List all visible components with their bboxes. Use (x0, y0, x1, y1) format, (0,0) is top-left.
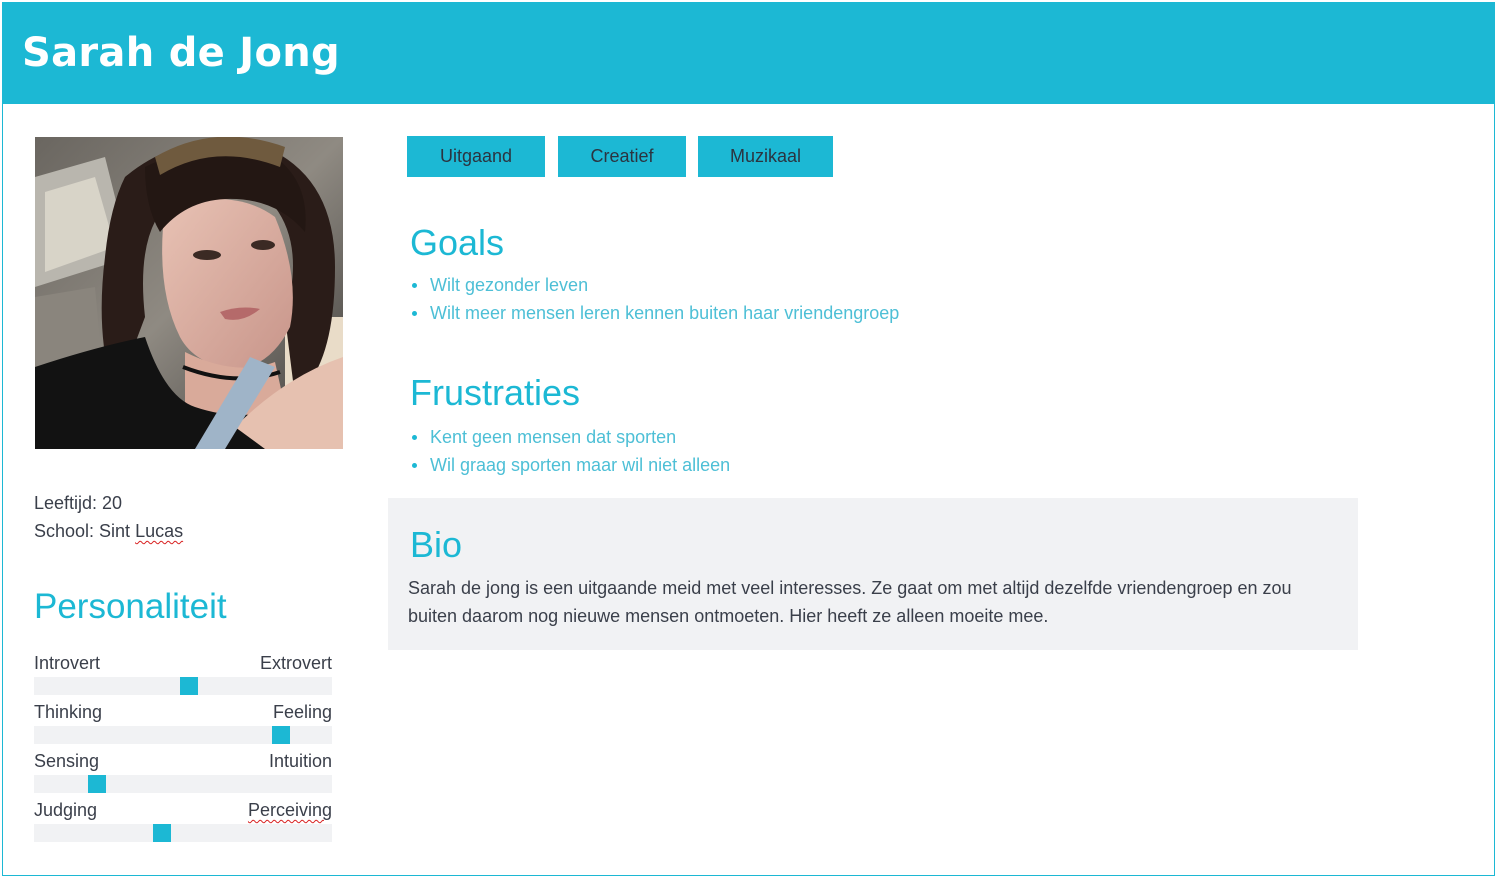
list-item: Wilt gezonder leven (410, 271, 899, 299)
tag-creatief[interactable]: Creatief (558, 136, 686, 177)
profile-photo-image (35, 137, 343, 449)
goals-title: Goals (410, 222, 505, 263)
trait-right-label: Intuition (268, 751, 332, 771)
trait-right-label: Feeling (272, 702, 332, 722)
trait-sensing-intuition: Sensing Intuition (34, 749, 332, 797)
school-text: School: Sint Lucas (34, 517, 183, 545)
frustrations-list: Kent geen mensen dat sporten Wil graag s… (410, 423, 730, 479)
trait-slider-knob (179, 677, 198, 695)
tag-uitgaand[interactable]: Uitgaand (407, 136, 545, 177)
bio-panel: Bio Sarah de jong is een uitgaande meid … (388, 498, 1358, 650)
trait-introvert-extrovert: Introvert Extrovert (34, 651, 332, 699)
school-prefix: School: Sint (34, 521, 136, 541)
bio-title: Bio (410, 524, 463, 565)
trait-left-label: Judging (34, 800, 98, 820)
header-banner: Sarah de Jong (3, 3, 1494, 104)
trait-left-label: Thinking (34, 702, 103, 722)
trait-slider-knob (87, 775, 106, 793)
trait-slider-track (34, 677, 332, 695)
profile-photo (35, 137, 343, 449)
list-item: Wil graag sporten maar wil niet alleen (410, 451, 730, 479)
tag-muzikaal[interactable]: Muzikaal (698, 136, 833, 177)
frustrations-title: Frustraties (410, 372, 581, 413)
age-text: Leeftijd: 20 (34, 493, 123, 513)
trait-slider-track (34, 726, 332, 744)
list-item: Kent geen mensen dat sporten (410, 423, 730, 451)
trait-right-label: Perceiving (247, 800, 332, 820)
trait-left-label: Introvert (34, 653, 101, 673)
personality-title: Personaliteit (34, 587, 227, 626)
trait-slider-track (34, 775, 332, 793)
list-item: Wilt meer mensen leren kennen buiten haa… (410, 299, 899, 327)
trait-slider-knob (153, 824, 172, 842)
school-name: Lucas (135, 521, 184, 541)
trait-slider-knob (272, 726, 291, 744)
profile-info: Leeftijd: 20 School: Sint Lucas (34, 489, 183, 545)
persona-name: Sarah de Jong (22, 30, 340, 76)
trait-slider-track (34, 824, 332, 842)
goals-list: Wilt gezonder leven Wilt meer mensen ler… (410, 271, 899, 327)
trait-left-label: Sensing (34, 751, 100, 771)
trait-right-label: Extrovert (259, 653, 332, 673)
trait-judging-perceiving: Judging Perceiving (34, 798, 332, 846)
trait-thinking-feeling: Thinking Feeling (34, 700, 332, 748)
bio-text: Sarah de jong is een uitgaande meid met … (408, 578, 1292, 626)
